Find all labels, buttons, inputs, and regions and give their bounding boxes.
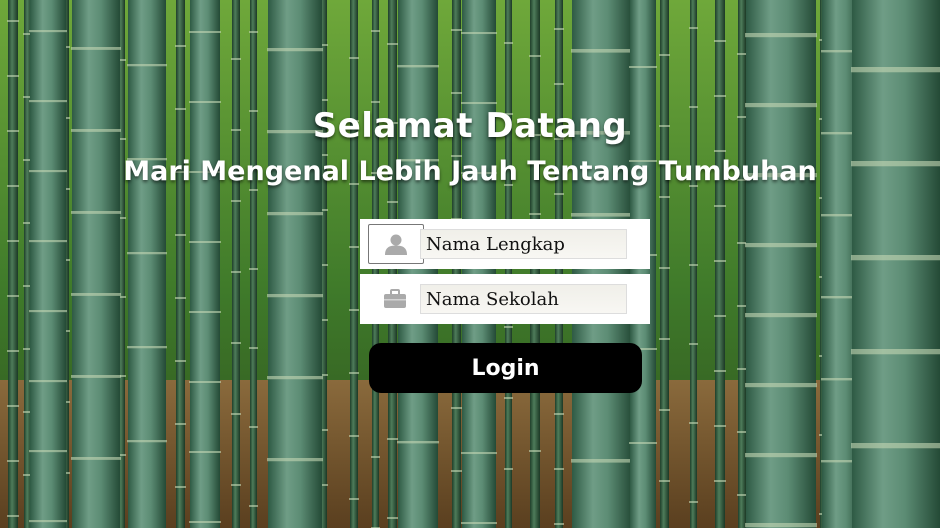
login-button[interactable]: Login [369, 343, 642, 393]
school-name-row [360, 274, 650, 324]
briefcase-icon [368, 280, 422, 318]
welcome-title: Selamat Datang [312, 106, 628, 146]
full-name-row [360, 219, 650, 269]
school-name-input[interactable] [420, 284, 627, 314]
user-icon [368, 224, 424, 264]
full-name-input[interactable] [420, 229, 627, 259]
welcome-subtitle: Mari Mengenal Lebih Jauh Tentang Tumbuha… [123, 156, 817, 187]
